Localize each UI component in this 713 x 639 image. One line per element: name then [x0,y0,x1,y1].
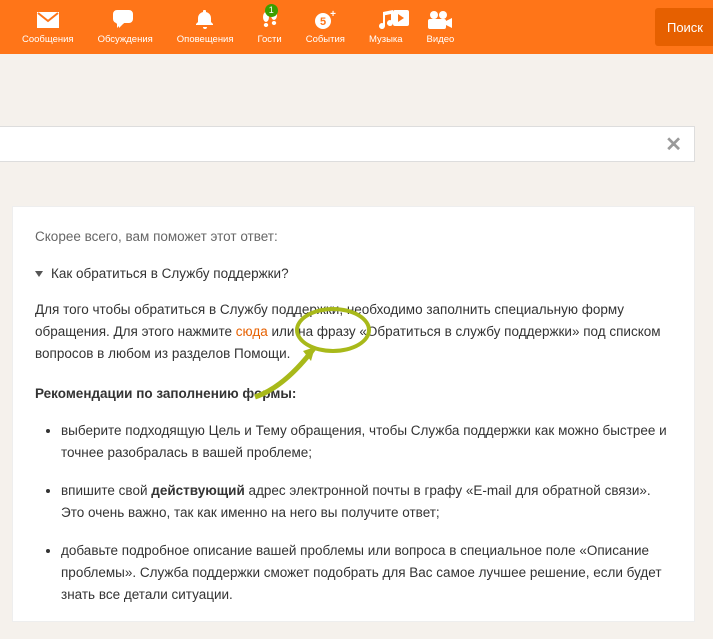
list-item: добавьте подробное описание вашей пробле… [61,540,672,606]
help-panel: Скорее всего, вам поможет этот ответ: Ка… [12,206,695,622]
nav-label: Музыка [369,34,403,45]
nav-guests[interactable]: 1 Гости [246,0,294,54]
faq-question-row[interactable]: Как обратиться в Службу поддержки? [35,266,672,281]
nav-label: Сообщения [22,34,74,45]
nav-label: Гости [258,34,282,45]
guests-badge: 1 [265,4,278,17]
faq-question-text: Как обратиться в Службу поддержки? [51,266,289,281]
video-camera-icon [428,11,452,29]
svg-text:+: + [330,10,336,20]
nav-notifications[interactable]: Оповещения [165,0,246,54]
envelope-icon [37,12,59,28]
nav-messages[interactable]: Сообщения [10,0,86,54]
hint-text: Скорее всего, вам поможет этот ответ: [35,229,672,244]
answer-paragraph-1: Для того чтобы обратиться в Службу подде… [35,299,672,365]
recommendations-list: выберите подходящую Цель и Тему обращени… [35,420,672,605]
nav-label: События [306,34,345,45]
nav-label: Видео [427,34,455,45]
search-button[interactable]: Поиск [655,8,713,46]
play-icon[interactable] [393,10,409,26]
bell-icon [196,10,214,30]
nav-events[interactable]: 5+ События [294,0,357,54]
nav-list: Сообщения Обсуждения Оповещения 1 Гости … [10,0,466,54]
recommendations-heading: Рекомендации по заполнению формы: [35,383,672,405]
close-icon[interactable]: ✕ [665,132,682,157]
nav-label: Обсуждения [98,34,153,45]
list-item: впишите свой действующий адрес электронн… [61,480,672,524]
five-plus-icon: 5+ [314,10,336,30]
list-item: выберите подходящую Цель и Тему обращени… [61,420,672,464]
search-input-bar[interactable]: ✕ [0,126,695,162]
nav-label: Оповещения [177,34,234,45]
top-navbar: Сообщения Обсуждения Оповещения 1 Гости … [0,0,713,54]
svg-text:5: 5 [320,16,326,28]
nav-video[interactable]: Видео [415,0,467,54]
nav-discussions[interactable]: Обсуждения [86,0,165,54]
chevron-down-icon [35,271,43,277]
chat-icon [113,10,137,30]
here-link[interactable]: сюда [236,324,268,339]
nav-music[interactable]: Музыка [357,0,415,54]
